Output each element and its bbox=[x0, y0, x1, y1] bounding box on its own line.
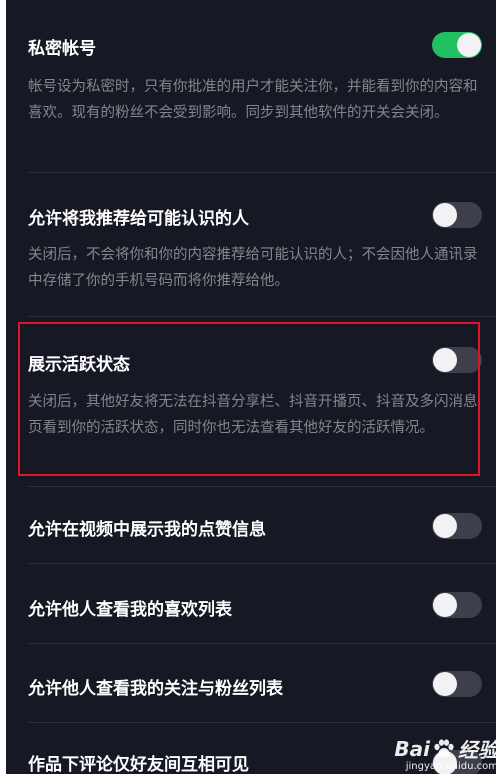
divider bbox=[28, 486, 496, 487]
setting-title: 允许他人查看我的喜欢列表 bbox=[28, 600, 232, 620]
toggle-knob bbox=[433, 672, 457, 696]
watermark-url: jingyan.baidu.com bbox=[405, 761, 498, 772]
paw-icon bbox=[434, 738, 454, 757]
recommend-toggle[interactable] bbox=[432, 202, 482, 228]
divider bbox=[28, 316, 496, 317]
toggle-knob bbox=[433, 203, 457, 227]
watermark-brand: Bai bbox=[394, 736, 430, 761]
follow-lists-toggle[interactable] bbox=[432, 671, 482, 697]
toggle-knob bbox=[433, 593, 457, 617]
divider bbox=[28, 643, 496, 644]
setting-description: 关闭后，不会将你和你的内容推荐给可能认识的人；不会因他人通讯录中存储了你的手机号… bbox=[28, 247, 478, 289]
baidu-jingyan-watermark: Bai 经验 jingyan.baidu.com bbox=[394, 734, 498, 773]
private-account-toggle[interactable] bbox=[432, 32, 482, 58]
setting-title: 私密帐号 bbox=[28, 39, 96, 59]
toggle-knob bbox=[433, 514, 457, 538]
setting-title: 允许将我推荐给可能认识的人 bbox=[28, 209, 249, 229]
likes-in-video-toggle[interactable] bbox=[432, 513, 482, 539]
liked-list-toggle[interactable] bbox=[432, 592, 482, 618]
toggle-knob bbox=[457, 33, 481, 57]
divider bbox=[28, 172, 496, 173]
setting-title: 作品下评论仅好友间互相可见 bbox=[28, 755, 249, 774]
divider bbox=[28, 563, 496, 564]
highlight-box bbox=[18, 322, 480, 476]
setting-title: 允许他人查看我的关注与粉丝列表 bbox=[28, 679, 283, 699]
setting-description: 帐号设为私密时，只有你批准的用户才能关注你，并能看到你的内容和喜欢。现有的粉丝不… bbox=[28, 79, 478, 121]
watermark-brand-suffix: 经验 bbox=[458, 738, 498, 762]
privacy-settings-screen: 私密帐号 帐号设为私密时，只有你批准的用户才能关注你，并能看到你的内容和喜欢。现… bbox=[6, 0, 496, 774]
divider bbox=[28, 722, 496, 723]
setting-title: 允许在视频中展示我的点赞信息 bbox=[28, 520, 266, 540]
